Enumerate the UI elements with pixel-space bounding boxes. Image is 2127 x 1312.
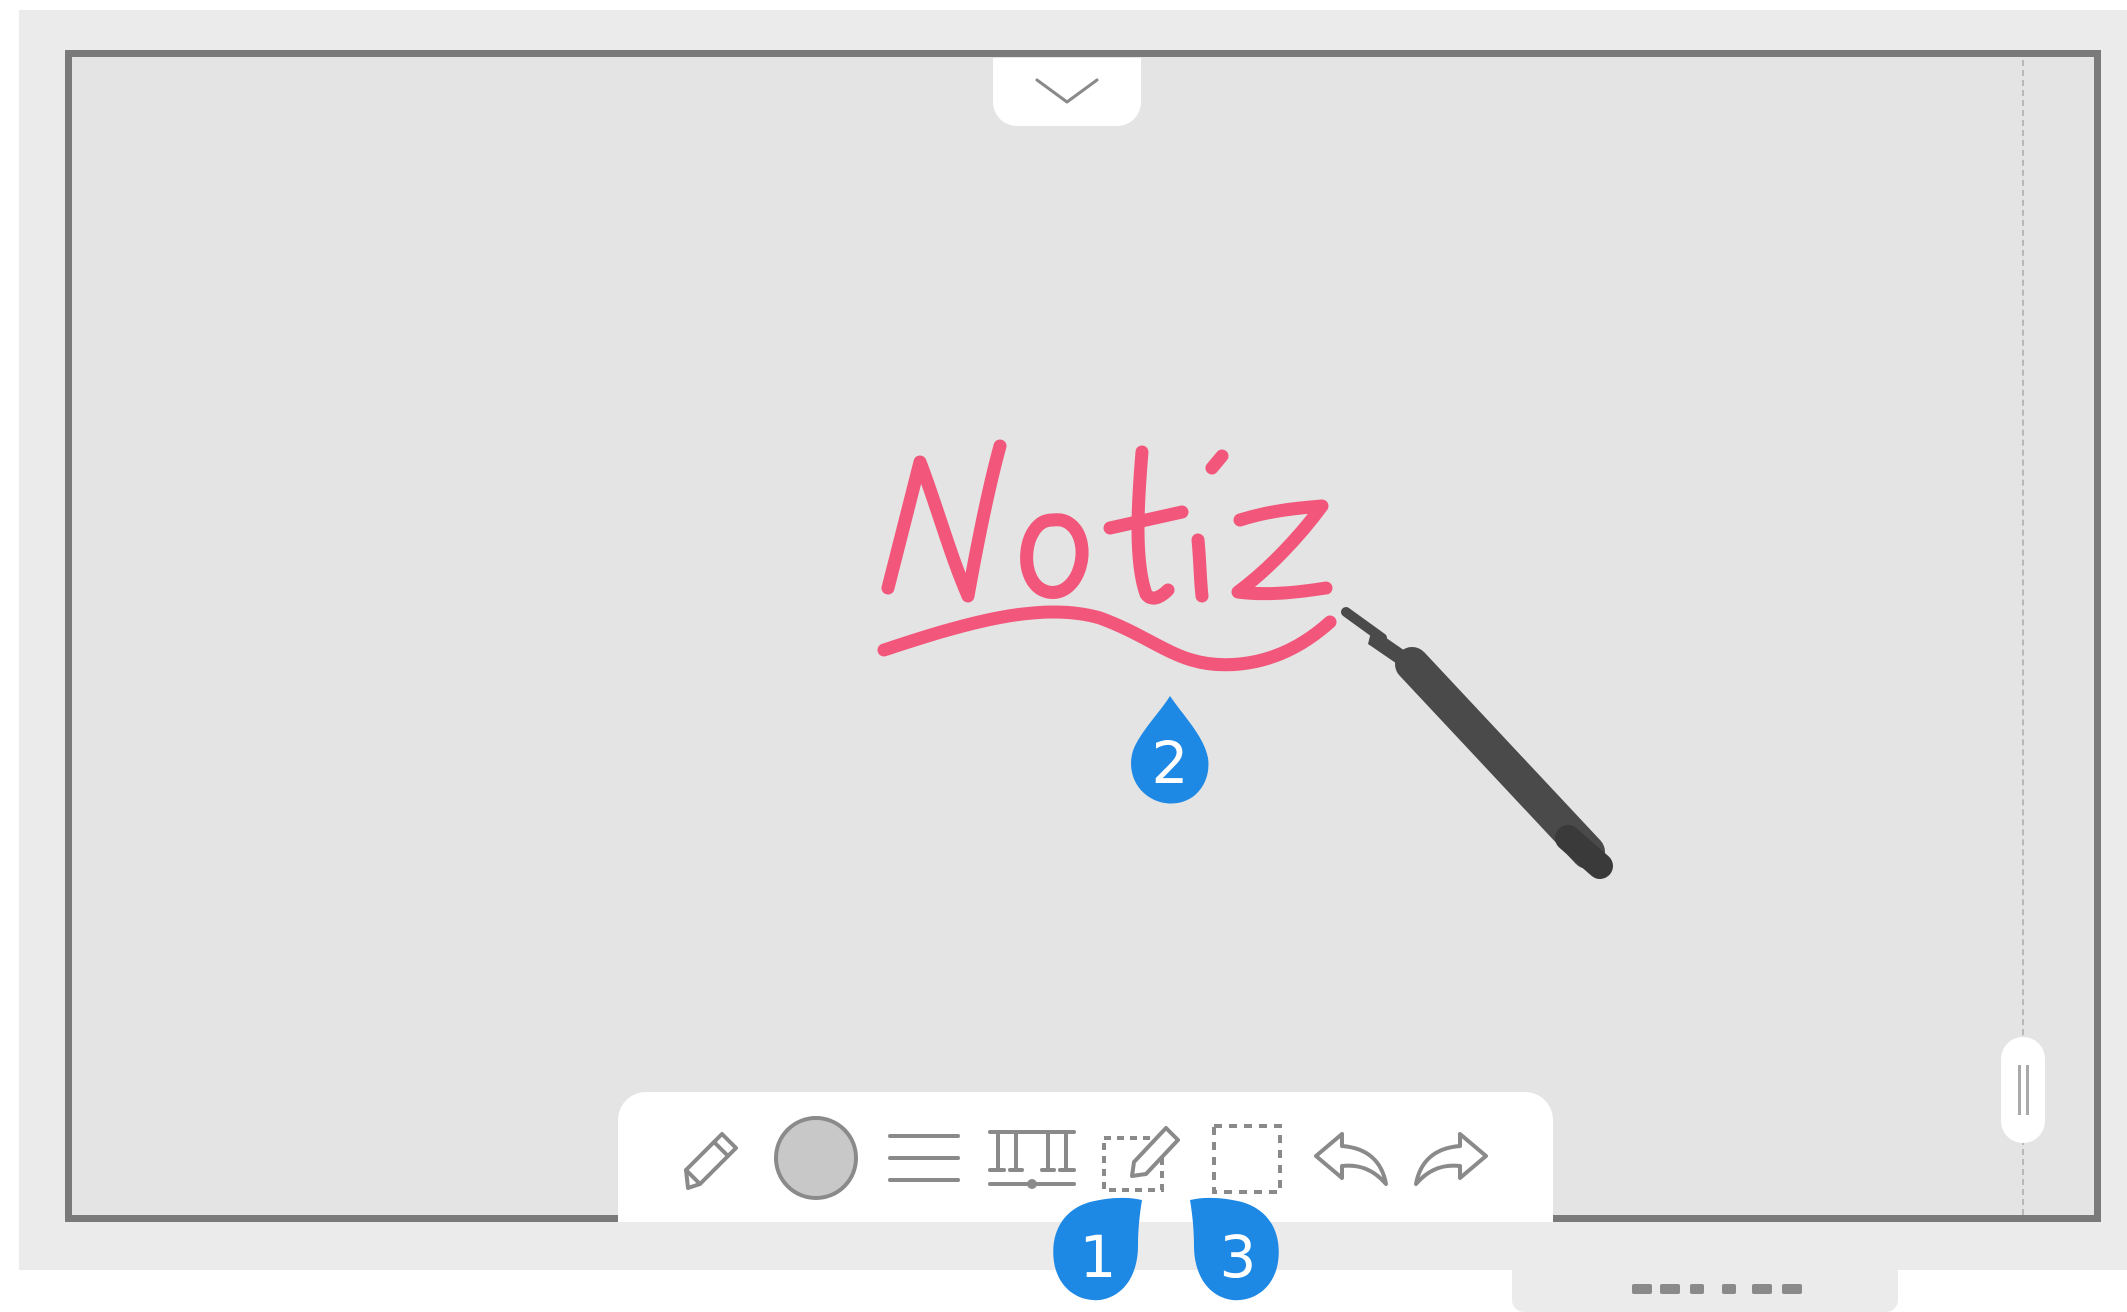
handle-grip-line <box>2018 1065 2021 1115</box>
line-thickness-icon <box>888 1134 960 1182</box>
dock-indicator <box>1632 1284 1652 1294</box>
dock-indicator <box>1722 1284 1736 1294</box>
dock-indicator <box>1690 1284 1704 1294</box>
dock-indicator <box>1752 1284 1772 1294</box>
redo-icon <box>1414 1132 1488 1186</box>
callout-label: 3 <box>1219 1223 1257 1291</box>
handle-grip-line <box>2026 1065 2029 1115</box>
callout-marker-3: 3 <box>1186 1188 1286 1308</box>
callout-label: 1 <box>1079 1223 1117 1291</box>
whiteboard-stage: 1 2 3 <box>0 0 2127 1312</box>
stylus-pen <box>1341 607 1613 879</box>
pencil-icon <box>684 1132 738 1190</box>
callout-label: 2 <box>1151 729 1189 797</box>
color-picker-button[interactable] <box>768 1110 864 1206</box>
undo-icon <box>1314 1132 1388 1186</box>
line-thickness-button[interactable] <box>876 1110 972 1206</box>
callout-marker-1: 1 <box>1046 1188 1146 1308</box>
handwritten-note-notiz <box>877 439 1337 672</box>
undo-button[interactable] <box>1302 1110 1398 1206</box>
bottom-dock <box>1512 1262 1898 1312</box>
color-circle-icon <box>774 1116 858 1200</box>
redo-button[interactable] <box>1404 1110 1500 1206</box>
pen-tool-button[interactable] <box>660 1110 756 1206</box>
dock-indicator <box>1782 1284 1802 1294</box>
callout-marker-2: 2 <box>1120 690 1220 810</box>
dock-indicator <box>1660 1284 1680 1294</box>
side-panel-handle[interactable] <box>2001 1037 2045 1143</box>
